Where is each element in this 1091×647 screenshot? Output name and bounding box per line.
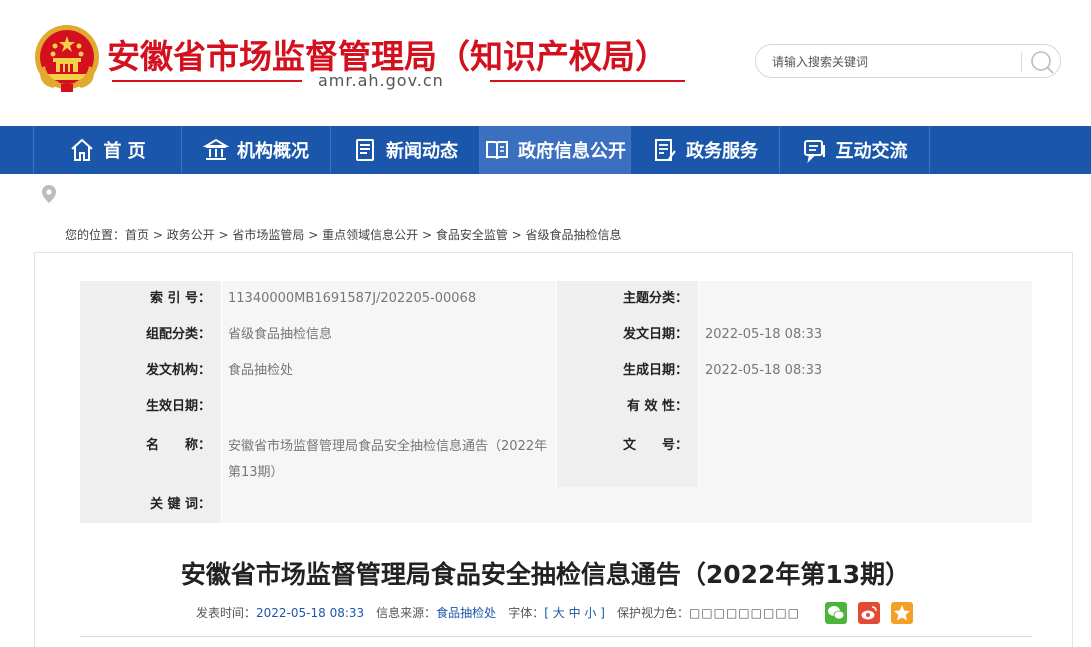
weibo-icon[interactable] [858, 602, 880, 624]
nav-item-label: 首 页 [103, 141, 146, 162]
name-label: 名 称： [80, 425, 221, 487]
metadata-row: 生效日期： 有 效 性： [80, 389, 1032, 425]
metadata-row: 关 键 词： [80, 487, 1032, 523]
search-input[interactable] [772, 53, 1012, 71]
validity-label: 有 效 性： [557, 389, 698, 425]
search-box [755, 44, 1061, 78]
group-value: 省级食品抽检信息 [222, 317, 556, 353]
title-divider-left [112, 80, 302, 82]
effective-value [222, 389, 556, 425]
agency-label: 发文机构： [80, 353, 221, 389]
nav-item-service[interactable]: 政务服务 [631, 126, 780, 174]
topic-label: 主题分类： [557, 281, 698, 317]
location-pin-icon [42, 185, 56, 203]
search-icon[interactable] [1028, 49, 1056, 75]
home-icon [71, 138, 94, 161]
index-label: 索 引 号： [80, 281, 221, 317]
source-value: 食品抽检处 [436, 606, 497, 620]
breadcrumb-separator: > [418, 228, 436, 242]
font-size-medium-button[interactable]: 中 [569, 606, 581, 620]
site-domain: amr.ah.gov.cn [318, 71, 444, 90]
breadcrumb-item-current[interactable]: 省级食品抽检信息 [526, 228, 622, 242]
breadcrumb-separator: > [214, 228, 233, 242]
breadcrumb-item-key-areas[interactable]: 重点领域信息公开 [322, 228, 418, 242]
docno-value [699, 425, 1032, 487]
metadata-row: 组配分类： 省级食品抽检信息 发文日期： 2022-05-18 08:33 [80, 317, 1032, 353]
nav-item-interaction[interactable]: 互动交流 [780, 126, 930, 174]
nav-item-label: 互动交流 [835, 141, 908, 162]
page: 安徽省市场监督管理局（知识产权局） amr.ah.gov.cn 首 页 [0, 0, 1091, 647]
gen-date-value: 2022-05-18 08:33 [699, 353, 1032, 389]
font-size-label: 字体： [508, 606, 545, 620]
font-bracket-close: ] [600, 606, 605, 620]
group-label: 组配分类： [80, 317, 221, 353]
breadcrumb-item-bureau[interactable]: 省市场监管局 [232, 228, 304, 242]
book-icon [486, 141, 508, 160]
qzone-icon[interactable] [891, 602, 913, 624]
eye-color-label: 保护视力色： [616, 606, 689, 620]
metadata-row: 名 称： 安徽省市场监督管理局食品安全抽检信息通告（2022年第13期） 文 号… [80, 425, 1032, 487]
search-separator [1021, 52, 1022, 72]
institution-icon [203, 138, 229, 160]
metadata-row: 索 引 号： 11340000MB1691587J/202205-00068 主… [80, 281, 1032, 317]
breadcrumb-prefix: 您的位置： [65, 228, 126, 242]
nav-item-home[interactable]: 首 页 [33, 126, 182, 174]
font-bracket-open: [ [544, 606, 549, 620]
national-emblem-icon [35, 25, 99, 92]
font-size-large-button[interactable]: 大 [553, 606, 565, 620]
topic-value [699, 281, 1032, 317]
font-size-small-button[interactable]: 小 [584, 606, 596, 620]
breadcrumb-separator: > [149, 228, 167, 242]
metadata-row: 发文机构： 食品抽检处 生成日期： 2022-05-18 08:33 [80, 353, 1032, 389]
issue-date-value: 2022-05-18 08:33 [699, 317, 1032, 353]
wechat-icon[interactable] [825, 602, 847, 624]
keywords-label: 关 键 词： [80, 487, 221, 523]
issue-date-label: 发文日期： [557, 317, 698, 353]
index-value: 11340000MB1691587J/202205-00068 [222, 281, 556, 317]
nav-item-news[interactable]: 新闻动态 [331, 126, 480, 174]
source-label: 信息来源： [376, 606, 437, 620]
main-nav: 首 页 机构概况 新闻动态 政府信息公开 政务服务 互动交流 [0, 126, 1091, 174]
effective-label: 生效日期： [80, 389, 221, 425]
content-divider [80, 636, 1032, 637]
breadcrumb: 您的位置：首页 > 政务公开 > 省市场监管局 > 重点领域信息公开 > 食品安… [65, 226, 622, 243]
gen-date-label: 生成日期： [557, 353, 698, 389]
article-title: 安徽省市场监督管理局食品安全抽检信息通告（2022年第13期） [180, 560, 911, 589]
keywords-value [222, 487, 1032, 523]
nav-item-label: 政府信息公开 [518, 141, 626, 162]
breadcrumb-separator: > [507, 228, 526, 242]
nav-item-gov-info[interactable]: 政府信息公开 [480, 126, 631, 174]
news-icon [356, 139, 374, 161]
docno-label: 文 号： [557, 425, 698, 487]
nav-item-institution[interactable]: 机构概况 [182, 126, 331, 174]
chat-icon [803, 140, 825, 163]
site-header: 安徽省市场监督管理局（知识产权局） amr.ah.gov.cn [0, 0, 1091, 126]
nav-item-label: 新闻动态 [386, 141, 458, 162]
breadcrumb-item-home[interactable]: 首页 [125, 228, 149, 242]
nav-item-label: 机构概况 [237, 141, 309, 162]
name-value: 安徽省市场监督管理局食品安全抽检信息通告（2022年第13期） [222, 425, 556, 487]
publish-time-label: 发表时间： [196, 606, 257, 620]
breadcrumb-item-public[interactable]: 政务公开 [167, 228, 215, 242]
nav-item-label: 政务服务 [686, 141, 758, 162]
form-icon [655, 139, 676, 161]
publication-info: 发表时间：2022-05-18 08:33 信息来源：食品抽检处 字体：[ 大 中 … [196, 604, 800, 621]
validity-value [699, 389, 1032, 425]
publish-time-value: 2022-05-18 08:33 [256, 606, 365, 620]
agency-value: 食品抽检处 [222, 353, 556, 389]
title-divider-right [490, 80, 685, 82]
eye-color-swatches[interactable]: □□□□□□□□□ [689, 606, 800, 620]
breadcrumb-item-food-safety[interactable]: 食品安全监管 [436, 228, 508, 242]
breadcrumb-separator: > [304, 228, 323, 242]
